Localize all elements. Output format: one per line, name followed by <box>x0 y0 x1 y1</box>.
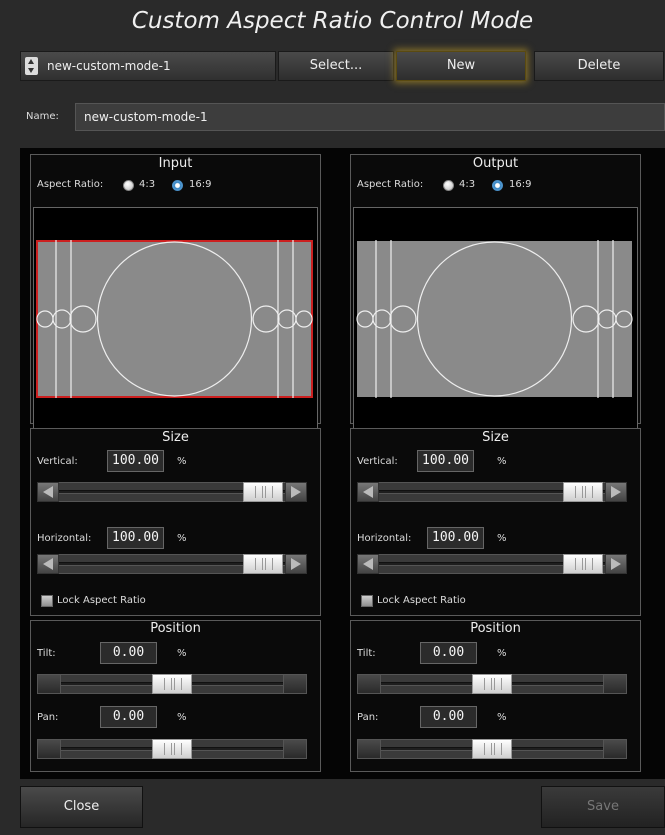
output-vertical-pct: % <box>497 456 507 467</box>
input-lock-label: Lock Aspect Ratio <box>57 595 146 606</box>
slider-thumb[interactable] <box>563 554 603 574</box>
slider-left-arrow-icon[interactable] <box>37 482 59 502</box>
output-tilt-field[interactable]: 0.00 <box>420 642 477 664</box>
input-size-title: Size <box>162 430 189 445</box>
output-option-16-9: 16:9 <box>509 179 532 190</box>
output-preview-box: Output Aspect Ratio: 4:3 16:9 <box>350 154 641 429</box>
slider-right-arrow-icon[interactable] <box>605 554 627 574</box>
output-title: Output <box>472 156 519 171</box>
slider-thumb[interactable] <box>243 482 283 502</box>
input-preview-box: Input Aspect Ratio: 4:3 16:9 <box>30 154 321 429</box>
output-radio-4-3[interactable] <box>443 180 454 191</box>
name-field[interactable]: new-custom-mode-1 <box>75 103 665 131</box>
slider-thumb[interactable] <box>563 482 603 502</box>
input-horizontal-field[interactable]: 100.00 <box>107 527 164 549</box>
output-pan-slider[interactable] <box>357 739 627 759</box>
output-size-box: Size Vertical: 100.00 % Horizontal: 100.… <box>350 428 641 616</box>
input-pan-slider[interactable] <box>37 739 307 759</box>
output-horizontal-field[interactable]: 100.00 <box>427 527 484 549</box>
input-pan-field[interactable]: 0.00 <box>100 706 157 728</box>
input-option-16-9: 16:9 <box>189 179 212 190</box>
slider-left-arrow-icon[interactable] <box>37 554 59 574</box>
output-size-title: Size <box>482 430 509 445</box>
output-pan-field[interactable]: 0.00 <box>420 706 477 728</box>
mode-spinner[interactable]: new-custom-mode-1 <box>20 51 276 81</box>
input-tilt-field[interactable]: 0.00 <box>100 642 157 664</box>
slider-right-arrow-icon[interactable] <box>285 554 307 574</box>
output-tilt-slider[interactable] <box>357 674 627 694</box>
output-vertical-field[interactable]: 100.00 <box>417 450 474 472</box>
output-radio-16-9[interactable] <box>492 180 503 191</box>
input-test-pattern <box>36 240 313 398</box>
output-tilt-pct: % <box>497 648 507 659</box>
input-title: Input <box>158 156 193 171</box>
input-vertical-field[interactable]: 100.00 <box>107 450 164 472</box>
slider-thumb[interactable] <box>472 739 512 759</box>
new-button[interactable]: New <box>396 51 526 81</box>
slider-thumb[interactable] <box>152 739 192 759</box>
output-horizontal-label: Horizontal: <box>357 533 412 544</box>
input-vertical-slider[interactable] <box>37 482 307 502</box>
output-position-box: Position Tilt: 0.00 % Pan: 0.00 % <box>350 620 641 772</box>
slider-thumb[interactable] <box>152 674 192 694</box>
main-area: Input Aspect Ratio: 4:3 16:9 Size Vertic… <box>20 148 665 779</box>
slider-left-arrow-icon[interactable] <box>357 554 379 574</box>
save-button[interactable]: Save <box>541 786 665 828</box>
input-tilt-label: Tilt: <box>37 648 56 659</box>
select-button[interactable]: Select... <box>278 51 394 81</box>
output-preview <box>353 207 638 429</box>
output-test-pattern <box>356 240 633 398</box>
output-horizontal-pct: % <box>497 533 507 544</box>
slider-left-arrow-icon[interactable] <box>357 482 379 502</box>
input-horizontal-label: Horizontal: <box>37 533 92 544</box>
slider-right-arrow-icon[interactable] <box>285 482 307 502</box>
input-horizontal-pct: % <box>177 533 187 544</box>
input-option-4-3: 4:3 <box>139 179 156 190</box>
input-vertical-label: Vertical: <box>37 456 78 467</box>
output-option-4-3: 4:3 <box>459 179 476 190</box>
output-horizontal-slider[interactable] <box>357 554 627 574</box>
output-position-title: Position <box>470 621 521 636</box>
mode-value: new-custom-mode-1 <box>47 59 171 73</box>
input-vertical-pct: % <box>177 456 187 467</box>
output-vertical-label: Vertical: <box>357 456 398 467</box>
input-preview <box>33 207 318 429</box>
input-lock-checkbox[interactable] <box>41 595 53 607</box>
input-horizontal-slider[interactable] <box>37 554 307 574</box>
input-position-box: Position Tilt: 0.00 % Pan: 0.00 % <box>30 620 321 772</box>
slider-right-arrow-icon[interactable] <box>605 482 627 502</box>
input-pan-pct: % <box>177 712 187 723</box>
dialog-title: Custom Aspect Ratio Control Mode <box>131 8 534 34</box>
input-radio-4-3[interactable] <box>123 180 134 191</box>
output-tilt-label: Tilt: <box>357 648 376 659</box>
input-tilt-slider[interactable] <box>37 674 307 694</box>
input-pan-label: Pan: <box>37 712 59 723</box>
output-lock-checkbox[interactable] <box>361 595 373 607</box>
name-label: Name: <box>26 111 59 122</box>
input-size-box: Size Vertical: 100.00 % Horizontal: 100.… <box>30 428 321 616</box>
slider-thumb[interactable] <box>472 674 512 694</box>
input-aspect-label: Aspect Ratio: <box>37 179 104 190</box>
output-pan-pct: % <box>497 712 507 723</box>
input-tilt-pct: % <box>177 648 187 659</box>
output-vertical-slider[interactable] <box>357 482 627 502</box>
output-aspect-label: Aspect Ratio: <box>357 179 424 190</box>
input-radio-16-9[interactable] <box>172 180 183 191</box>
output-pan-label: Pan: <box>357 712 379 723</box>
output-lock-label: Lock Aspect Ratio <box>377 595 466 606</box>
spinner-icon[interactable] <box>25 57 38 75</box>
delete-button[interactable]: Delete <box>534 51 664 81</box>
input-position-title: Position <box>150 621 201 636</box>
close-button[interactable]: Close <box>20 786 143 828</box>
slider-thumb[interactable] <box>243 554 283 574</box>
